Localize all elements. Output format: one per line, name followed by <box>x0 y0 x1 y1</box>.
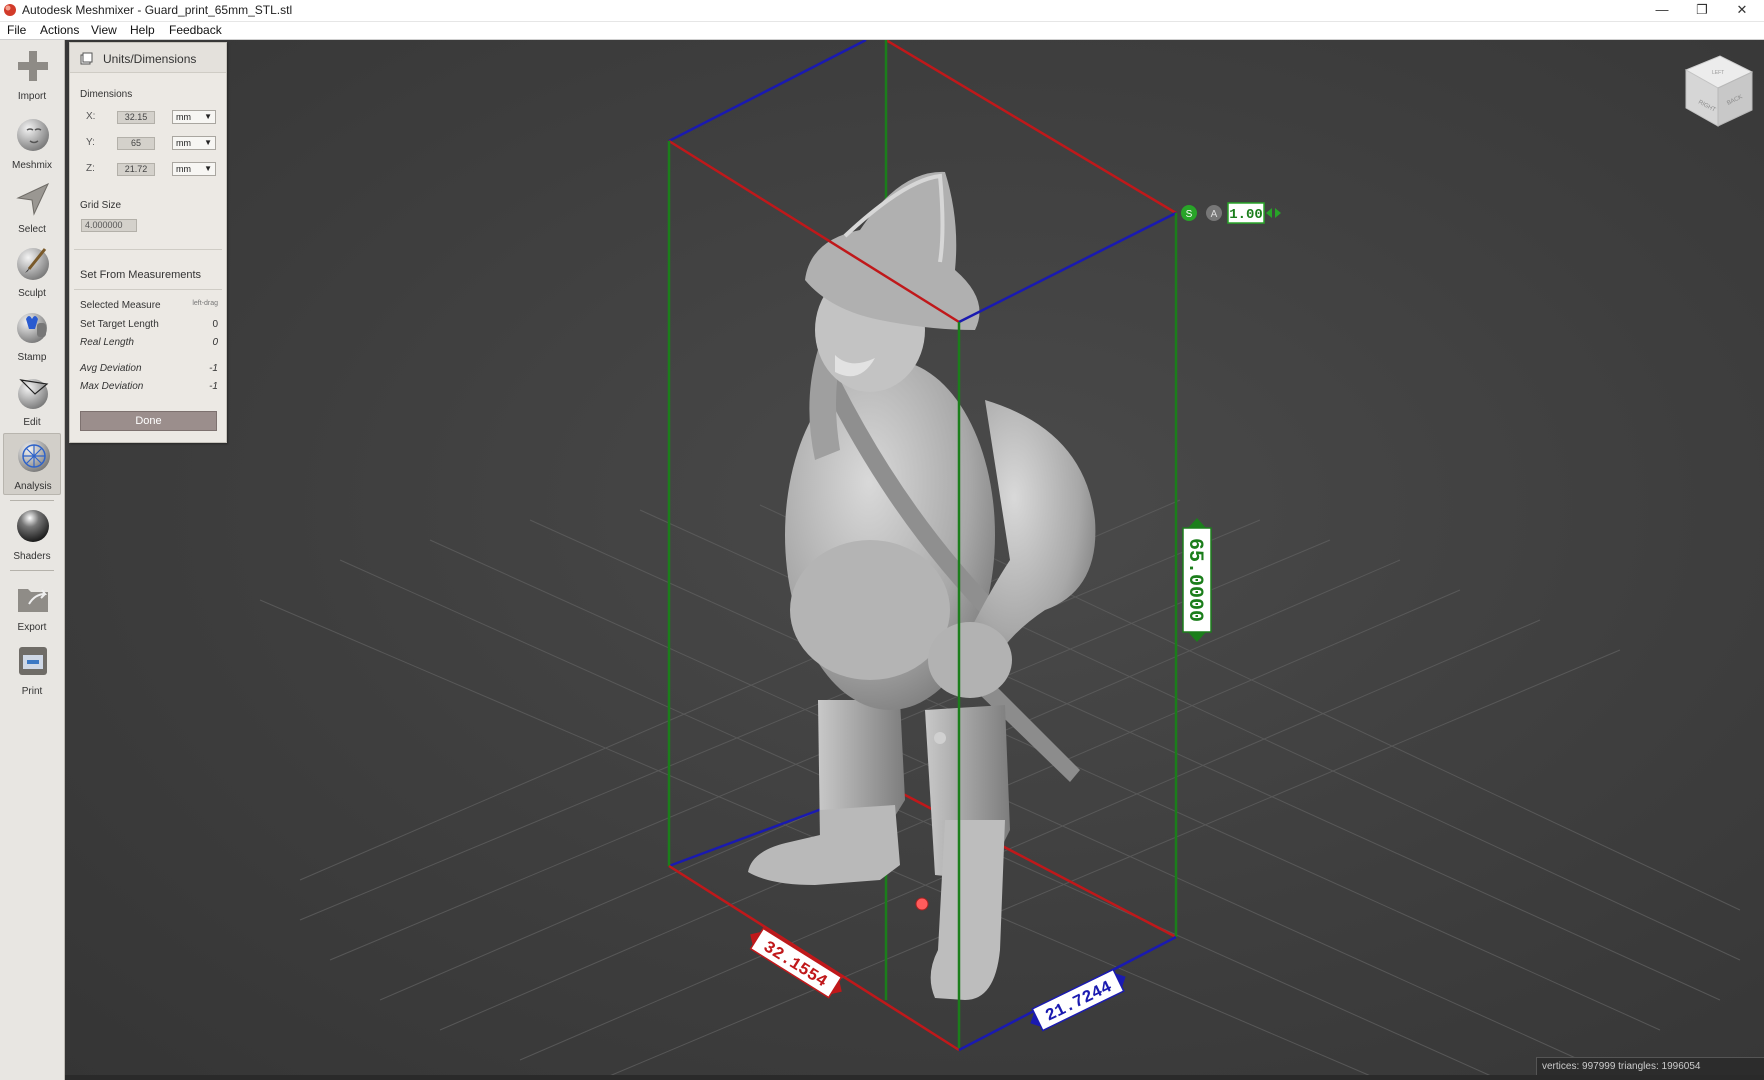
panel-divider <box>74 249 222 250</box>
menu-help[interactable]: Help <box>130 23 155 37</box>
tool-label: Shaders <box>13 551 51 562</box>
set-target-length-value[interactable]: 0 <box>212 319 218 330</box>
tool-meshmix[interactable]: Meshmix <box>3 113 61 175</box>
pivot-point[interactable] <box>915 897 929 911</box>
set-target-length-label: Set Target Length <box>80 319 159 330</box>
chevron-down-icon: ▼ <box>204 164 212 173</box>
tool-shaders[interactable]: Shaders <box>3 504 61 566</box>
edit-icon <box>18 379 49 409</box>
avg-deviation-label: Avg Deviation <box>80 363 142 374</box>
y-dimension-label: 65.0000 <box>1182 518 1212 642</box>
z-dimension-label: 21.7244 <box>1030 968 1126 1032</box>
tool-label: Import <box>17 91 47 102</box>
tool-label: Meshmix <box>11 160 52 171</box>
menu-view[interactable]: View <box>91 23 117 37</box>
z-dimension-field[interactable]: 21.72 <box>117 163 155 176</box>
restore-button[interactable]: ❐ <box>1680 0 1724 22</box>
left-toolbar: Import Meshmix Select Sculpt Stamp Edit … <box>0 40 65 1080</box>
scale-a-label: A <box>1211 209 1218 220</box>
selected-measure-hint: left-drag <box>192 300 218 307</box>
grid-size-field[interactable]: 4.000000 <box>81 219 137 232</box>
analysis-icon <box>18 440 50 472</box>
tool-label: Print <box>21 686 43 697</box>
view-cube[interactable]: RIGHT BACK LEFT <box>1684 55 1754 127</box>
scale-arrows-icon[interactable] <box>1266 208 1281 218</box>
tool-label: Select <box>18 224 46 235</box>
toolbar-divider <box>10 570 54 571</box>
avg-deviation-value: -1 <box>209 363 218 374</box>
panel-divider <box>74 289 222 290</box>
close-button[interactable]: ✕ <box>1720 0 1764 22</box>
y-axis-label: Y: <box>86 137 95 148</box>
scene-canvas: S A 1.00 65.0000 32.1554 21.7244 RIGHT B… <box>259 40 1754 1080</box>
tool-export[interactable]: Export <box>3 575 61 637</box>
max-deviation-label: Max Deviation <box>80 381 144 392</box>
plus-icon <box>18 51 48 81</box>
y-dimension-field[interactable]: 65 <box>117 137 155 150</box>
scale-s-label: S <box>1186 209 1193 220</box>
menu-bar: File Actions View Help Feedback <box>0 22 1764 40</box>
x-dimension-field[interactable]: 32.15 <box>117 111 155 124</box>
window-title: Autodesk Meshmixer - Guard_print_65mm_ST… <box>22 3 293 17</box>
set-target-length-row[interactable]: Set Target Length 0 <box>80 319 218 333</box>
dimensions-label: Dimensions <box>80 89 133 100</box>
shaders-icon <box>17 510 49 542</box>
real-length-label: Real Length <box>80 337 134 348</box>
menu-file[interactable]: File <box>7 23 26 37</box>
x-unit-select[interactable]: mm ▼ <box>172 110 216 124</box>
tool-import[interactable]: Import <box>3 44 61 106</box>
sculpt-brush-icon <box>17 248 49 280</box>
tool-label: Edit <box>23 417 41 428</box>
print-icon <box>19 647 47 675</box>
y-dimension-value: 65.0000 <box>1183 538 1206 622</box>
z-axis-label: Z: <box>86 163 95 174</box>
tool-edit[interactable]: Edit <box>3 370 61 432</box>
panel-title: Units/Dimensions <box>103 52 197 66</box>
units-dimensions-panel: Units/Dimensions Dimensions X: 32.15 mm ▼… <box>69 42 227 443</box>
tool-sculpt[interactable]: Sculpt <box>3 241 61 303</box>
meshmix-icon <box>17 119 49 151</box>
tool-stamp[interactable]: Stamp <box>3 305 61 367</box>
max-deviation-value: -1 <box>209 381 218 392</box>
title-bar: Autodesk Meshmixer - Guard_print_65mm_ST… <box>0 0 1764 22</box>
tool-select[interactable]: Select <box>3 177 61 239</box>
menu-feedback[interactable]: Feedback <box>169 23 222 37</box>
panel-tool-icon <box>80 52 93 65</box>
grid-size-label: Grid Size <box>80 200 122 211</box>
view-cube-left-label: LEFT <box>1712 70 1724 76</box>
minimize-button[interactable]: — <box>1640 0 1684 22</box>
real-length-value: 0 <box>212 337 218 348</box>
bottom-strip <box>65 1075 1764 1080</box>
export-icon <box>18 589 48 612</box>
real-length-row: Real Length 0 <box>80 337 218 351</box>
x-axis-label: X: <box>86 111 96 122</box>
selected-measure-label: Selected Measure <box>80 300 161 311</box>
scale-value: 1.00 <box>1229 207 1263 223</box>
chevron-down-icon: ▼ <box>204 138 212 147</box>
max-deviation-row: Max Deviation -1 <box>80 381 218 395</box>
3d-viewport[interactable]: S A 1.00 65.0000 32.1554 21.7244 RIGHT B… <box>65 40 1764 1080</box>
panel-header: Units/Dimensions <box>70 43 226 73</box>
z-unit-select[interactable]: mm ▼ <box>172 162 216 176</box>
stamp-icon <box>17 313 47 343</box>
scale-handle[interactable]: S A 1.00 <box>1181 202 1281 224</box>
tool-label: Stamp <box>17 352 47 363</box>
select-arrow-icon <box>16 182 50 216</box>
done-button[interactable]: Done <box>80 411 217 431</box>
status-bar: vertices: 997999 triangles: 1996054 <box>1536 1057 1764 1075</box>
set-from-measurements-header[interactable]: Set From Measurements <box>80 269 201 281</box>
tool-label: Export <box>17 622 47 633</box>
selected-measure-row: Selected Measure left-drag <box>80 300 218 314</box>
chevron-down-icon: ▼ <box>204 112 212 121</box>
meshmixer-logo-icon <box>4 4 16 16</box>
tool-print[interactable]: Print <box>3 639 61 701</box>
toolbar-divider <box>10 500 54 501</box>
y-unit-select[interactable]: mm ▼ <box>172 136 216 150</box>
avg-deviation-row: Avg Deviation -1 <box>80 363 218 377</box>
menu-actions[interactable]: Actions <box>40 23 79 37</box>
tool-analysis[interactable]: Analysis <box>3 433 61 495</box>
tool-label: Sculpt <box>18 288 46 299</box>
x-dimension-label: 32.1554 <box>749 927 843 999</box>
tool-label: Analysis <box>14 481 52 492</box>
